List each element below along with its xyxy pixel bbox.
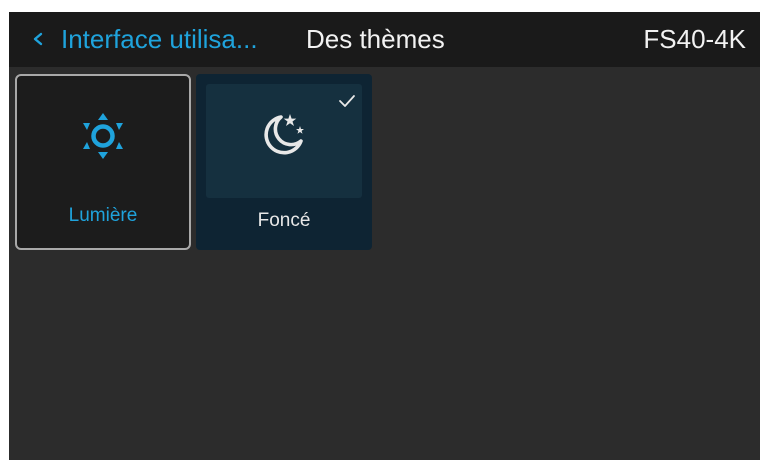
page-title: Des thèmes [306,24,445,54]
breadcrumb-parent[interactable]: Interface utilisa... [61,23,258,55]
moon-stars-icon [264,114,304,155]
device-name: FS40-4K [643,24,746,54]
check-icon [339,95,355,107]
chevron-left-icon[interactable] [31,28,45,50]
theme-label-light: Lumière [68,205,138,226]
header-bar: Interface utilisa... Des thèmes FS40-4K [9,12,760,67]
sun-icon [83,113,123,159]
theme-tile-light[interactable]: Lumière [15,74,191,250]
theme-tile-dark[interactable]: Foncé [196,74,372,250]
screen: Interface utilisa... Des thèmes FS40-4K … [9,12,760,460]
theme-label-dark: Foncé [257,210,311,231]
